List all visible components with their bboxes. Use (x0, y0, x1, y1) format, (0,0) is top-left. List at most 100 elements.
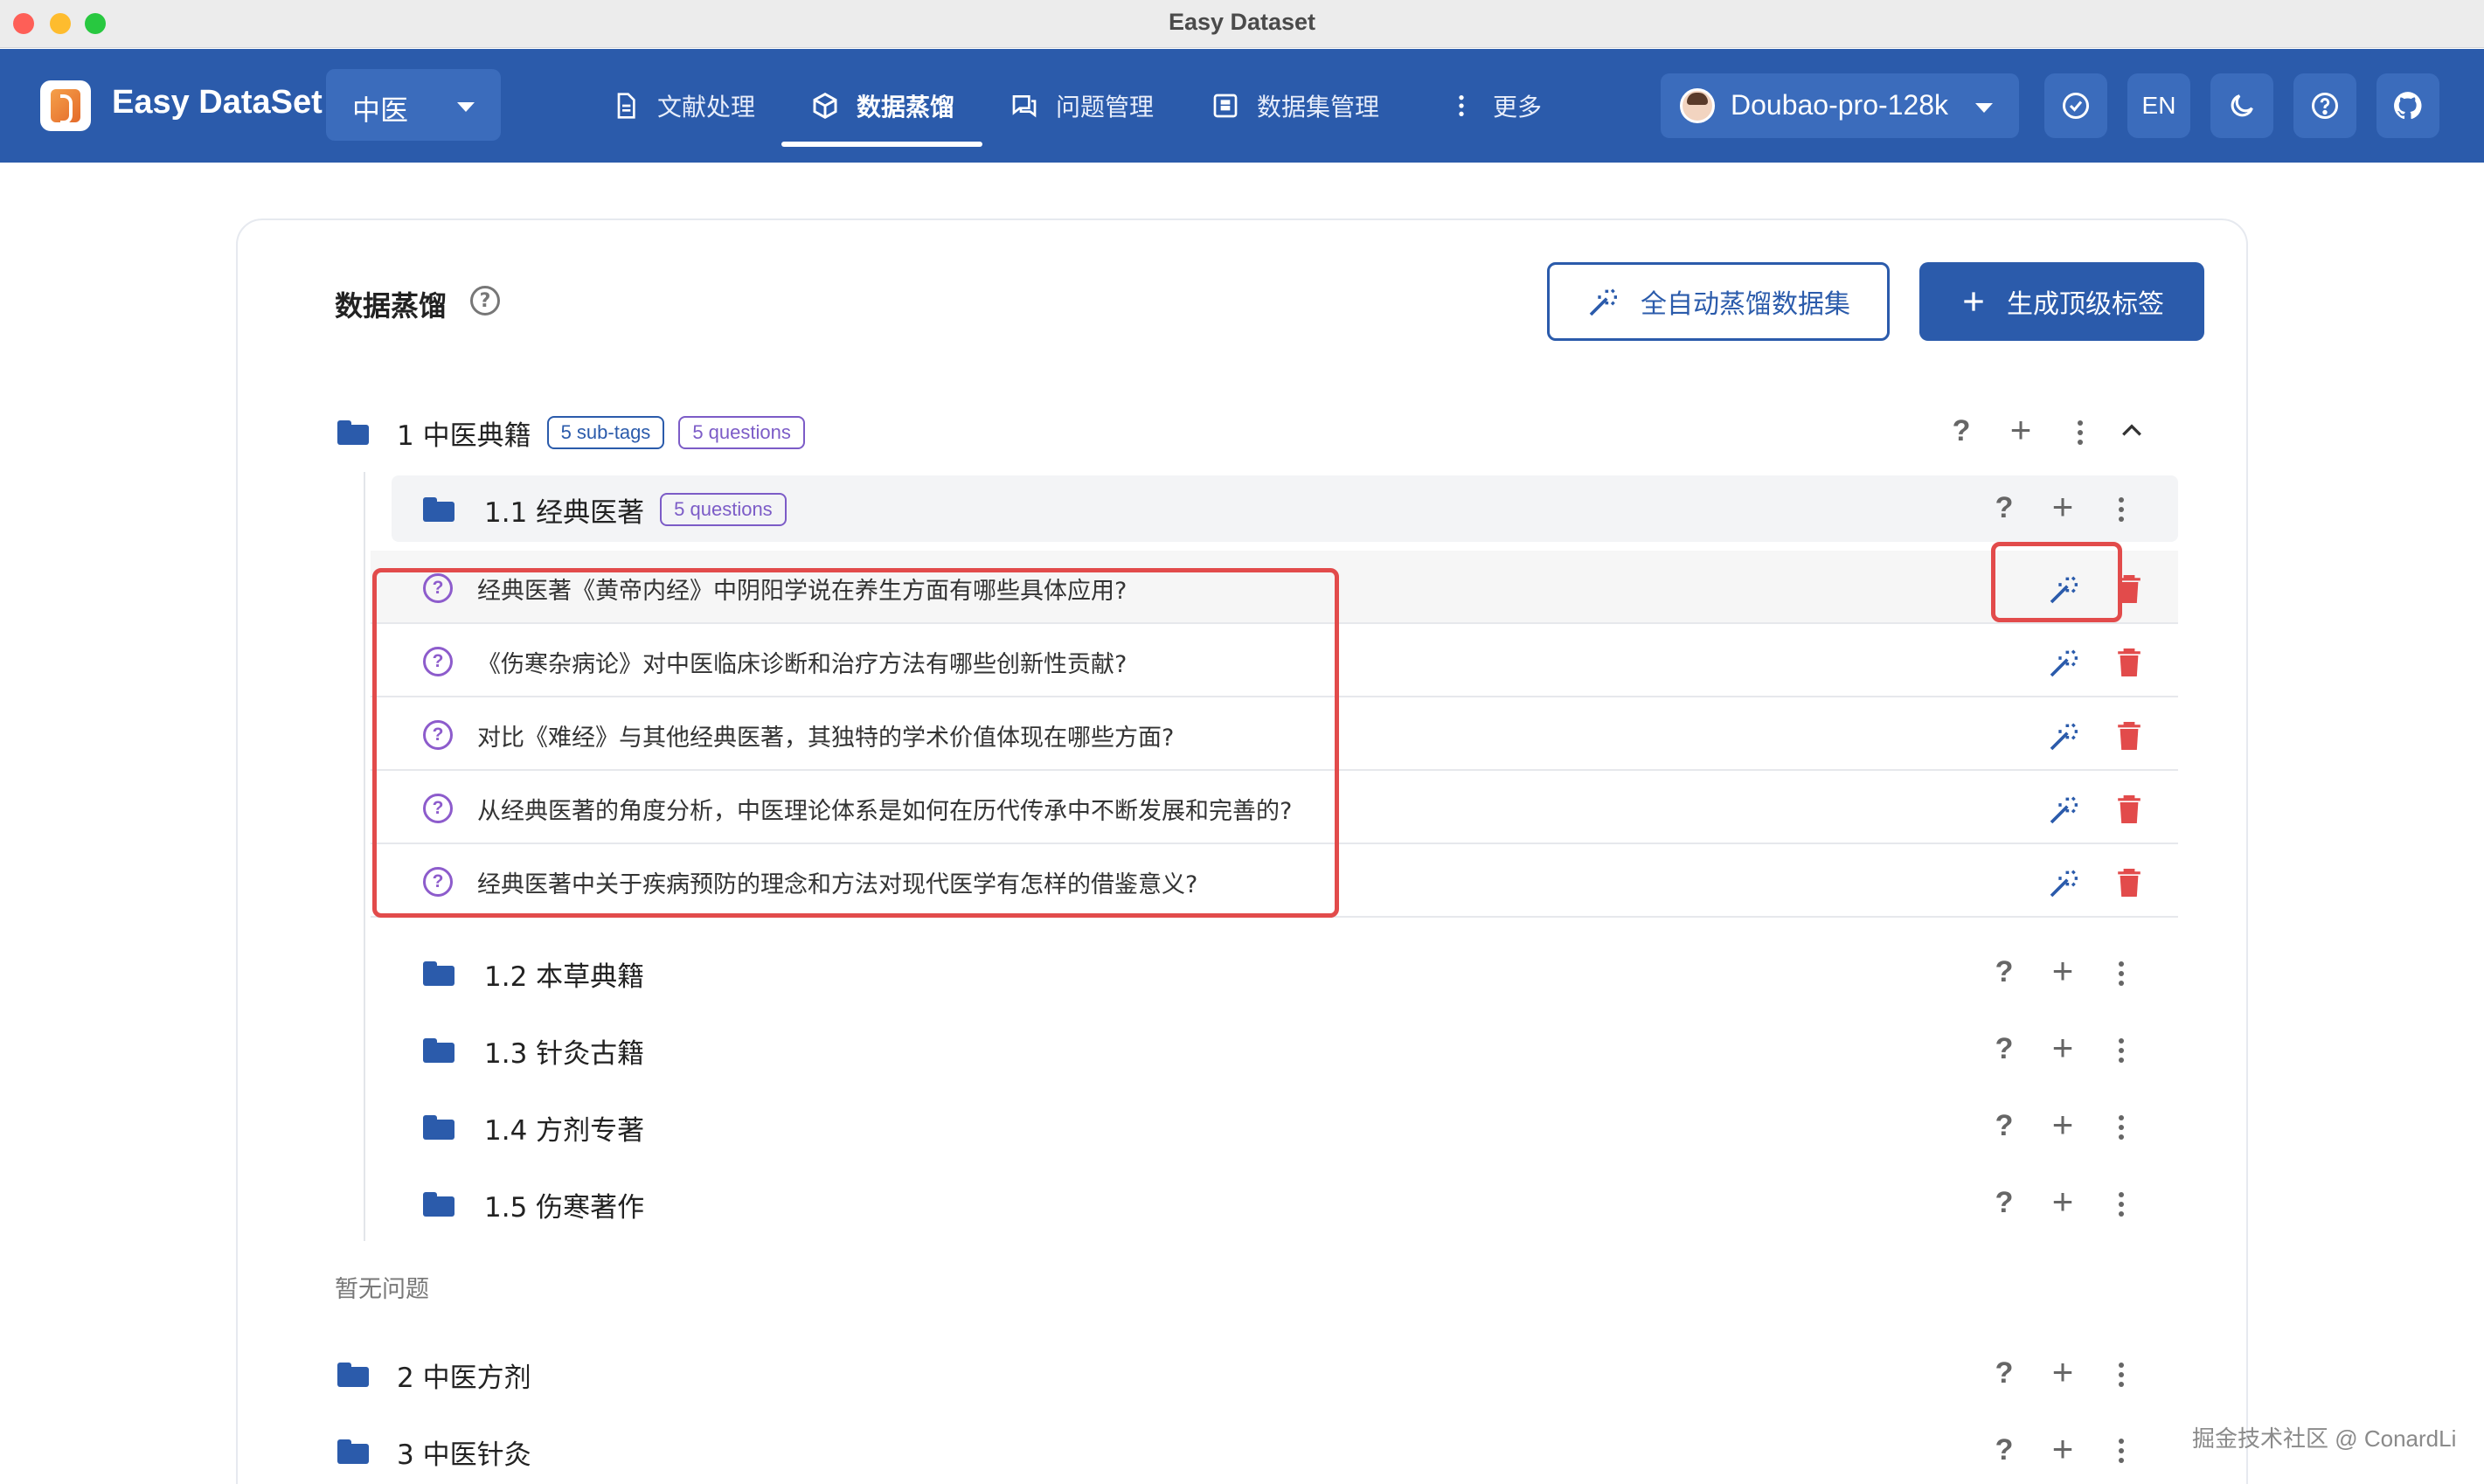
more-vertical-icon[interactable] (2119, 1115, 2124, 1140)
more-vertical-icon[interactable] (2119, 497, 2124, 522)
question-row[interactable]: ? 经典医著《黄帝内经》中阴阳学说在养生方面有哪些具体应用? (371, 551, 2178, 624)
generate-questions-button[interactable]: ? (1987, 955, 2022, 989)
help-circle-icon (2312, 93, 2338, 119)
nav-distill[interactable]: 数据蒸馏 (811, 84, 954, 128)
add-subtag-button[interactable]: + (2045, 1428, 2080, 1470)
question-row[interactable]: ? 经典医著中关于疾病预防的理念和方法对现代医学有怎样的借鉴意义? (371, 844, 2178, 918)
generate-questions-button[interactable]: ? (1944, 414, 1979, 448)
active-tab-indicator (781, 142, 982, 147)
tag-label: 1.2 本草典籍 (484, 960, 645, 993)
nav-questions[interactable]: 问题管理 (1010, 84, 1154, 128)
magic-wand-icon[interactable] (2047, 645, 2082, 680)
generate-questions-button[interactable]: ? (1987, 1433, 2022, 1467)
tag-row-root[interactable]: 3 中医针灸 (337, 1432, 531, 1471)
folder-icon (423, 1115, 454, 1140)
question-text: 经典医著中关于疾病预防的理念和方法对现代医学有怎样的借鉴意义? (477, 871, 1198, 898)
trash-icon[interactable] (2115, 573, 2143, 605)
generate-questions-button[interactable]: ? (1987, 1356, 2022, 1390)
tag-label: 3 中医针灸 (397, 1439, 531, 1471)
add-subtag-button[interactable]: + (2045, 1027, 2080, 1069)
brand-name: Easy DataSet (112, 84, 323, 121)
app-logo (40, 80, 91, 131)
magic-wand-icon[interactable] (2047, 572, 2082, 607)
trash-icon[interactable] (2115, 794, 2143, 825)
trash-icon[interactable] (2115, 720, 2143, 752)
tag-label: 1.5 伤寒著作 (484, 1191, 645, 1224)
subtags-count-badge: 5 sub-tags (546, 416, 665, 449)
nav-label: 文献处理 (657, 93, 756, 121)
more-vertical-icon[interactable] (2078, 420, 2083, 445)
magic-wand-icon[interactable] (2047, 718, 2082, 753)
more-vertical-icon[interactable] (2119, 1439, 2124, 1463)
model-select[interactable]: Doubao-pro-128k (1661, 73, 2019, 138)
add-subtag-button[interactable]: + (2045, 1181, 2080, 1223)
page-title: 数据蒸馏 (335, 289, 448, 322)
task-status-button[interactable] (2044, 73, 2107, 138)
tag-row-sub[interactable]: 1.3 针灸古籍 (423, 1031, 644, 1070)
auto-distill-label: 全自动蒸馏数据集 (1641, 289, 1850, 320)
question-icon: ? (423, 867, 453, 897)
tag-row-root[interactable]: 2 中医方剂 (337, 1356, 531, 1394)
question-row[interactable]: ? 从经典医著的角度分析，中医理论体系是如何在历代传承中不断发展和完善的? (371, 771, 2178, 844)
folder-icon (337, 420, 369, 445)
tag-row-sub1[interactable]: 1.1 经典医著 5 questions (423, 490, 787, 529)
magic-wand-icon[interactable] (2047, 865, 2082, 900)
generate-questions-button[interactable]: ? (1987, 1032, 2022, 1066)
window-title: Easy Dataset (1168, 9, 1316, 35)
folder-icon (337, 1363, 369, 1387)
add-subtag-button[interactable]: + (2045, 486, 2080, 528)
more-vertical-icon[interactable] (2119, 1363, 2124, 1387)
tag-label: 2 中医方剂 (397, 1362, 531, 1394)
add-subtag-button[interactable]: + (2045, 1104, 2080, 1146)
question-icon: ? (423, 647, 453, 676)
tag-label: 1 中医典籍 (397, 420, 531, 452)
help-icon[interactable]: ? (470, 286, 500, 316)
generate-top-tags-label: 生成顶级标签 (2007, 289, 2164, 320)
chevron-up-icon[interactable] (2120, 421, 2143, 439)
language-toggle-button[interactable]: EN (2127, 73, 2190, 138)
tag-label: 1.3 针灸古籍 (484, 1037, 645, 1070)
nav-label: 更多 (1493, 93, 1543, 121)
question-icon: ? (423, 573, 453, 603)
nav-literature[interactable]: 文献处理 (612, 84, 755, 128)
more-vertical-icon (1459, 95, 1464, 116)
window-titlebar: Easy Dataset (0, 0, 2484, 48)
trash-icon[interactable] (2115, 647, 2143, 678)
question-row[interactable]: ? 对比《难经》与其他经典医著，其独特的学术价值体现在哪些方面? (371, 697, 2178, 771)
question-row[interactable]: ? 《伤寒杂病论》对中医临床诊断和治疗方法有哪些创新性贡献? (371, 624, 2178, 697)
plus-icon (1964, 292, 1983, 311)
tag-row-sub[interactable]: 1.5 伤寒著作 (423, 1185, 644, 1224)
nav-more[interactable]: 更多 (1447, 84, 1542, 128)
add-subtag-button[interactable]: + (2045, 950, 2080, 992)
watermark: 掘金技术社区 @ ConardLi (2192, 1425, 2457, 1452)
nav-label: 数据蒸馏 (857, 93, 955, 121)
model-select-value: Doubao-pro-128k (1731, 89, 1949, 121)
chat-icon (1012, 95, 1037, 118)
generate-questions-button[interactable]: ? (1987, 1186, 2022, 1220)
question-text: 《伤寒杂病论》对中医临床诊断和治疗方法有哪些创新性贡献? (477, 651, 1128, 678)
more-vertical-icon[interactable] (2119, 961, 2124, 986)
add-subtag-button[interactable]: + (2045, 1351, 2080, 1393)
generate-top-tags-button[interactable]: 生成顶级标签 (1919, 262, 2204, 341)
grid-icon (1213, 94, 1238, 118)
nav-datasets[interactable]: 数据集管理 (1211, 84, 1379, 128)
model-avatar (1680, 88, 1715, 123)
magic-wand-icon[interactable] (2047, 792, 2082, 827)
trash-icon[interactable] (2115, 867, 2143, 898)
more-vertical-icon[interactable] (2119, 1038, 2124, 1063)
help-button[interactable] (2293, 73, 2356, 138)
generate-questions-button[interactable]: ? (1987, 491, 2022, 525)
theme-toggle-button[interactable] (2210, 73, 2273, 138)
tag-label: 1.4 方剂专著 (484, 1114, 645, 1147)
auto-distill-button[interactable]: 全自动蒸馏数据集 (1547, 262, 1890, 341)
tag-row-sub[interactable]: 1.4 方剂专著 (423, 1108, 644, 1147)
tag-row-sub[interactable]: 1.2 本草典籍 (423, 954, 644, 993)
tree-guide-line (364, 472, 365, 1241)
project-select[interactable]: 中医 (326, 69, 501, 141)
question-text: 经典医著《黄帝内经》中阴阳学说在养生方面有哪些具体应用? (477, 578, 1128, 605)
tag-row-root[interactable]: 1 中医典籍 5 sub-tags 5 questions (337, 413, 805, 452)
add-subtag-button[interactable]: + (2003, 409, 2038, 451)
more-vertical-icon[interactable] (2119, 1192, 2124, 1217)
github-button[interactable] (2376, 73, 2439, 138)
generate-questions-button[interactable]: ? (1987, 1109, 2022, 1143)
